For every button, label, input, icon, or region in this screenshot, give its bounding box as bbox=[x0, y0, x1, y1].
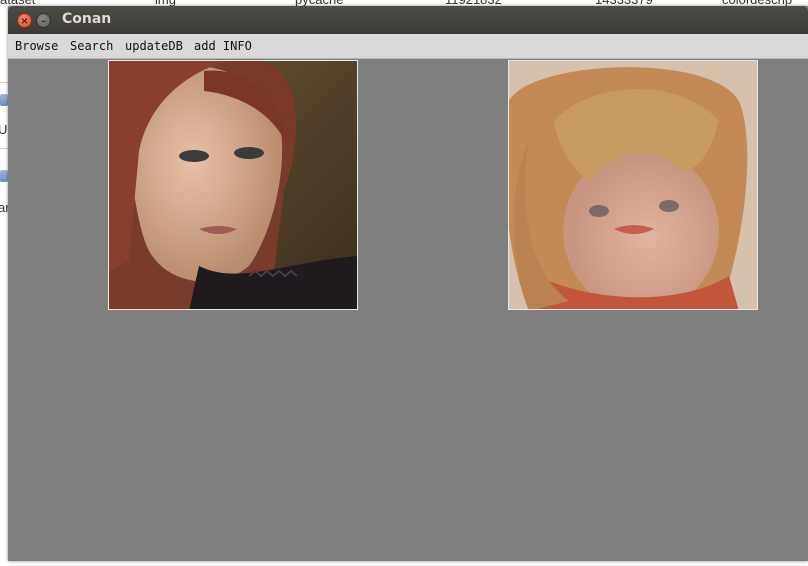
menu-search[interactable]: Search bbox=[70, 39, 113, 53]
result-photo bbox=[508, 60, 758, 310]
app-window: × – Conan Browse Search updateDB add INF… bbox=[8, 6, 808, 561]
menu-browse[interactable]: Browse bbox=[15, 39, 58, 53]
folder-icon bbox=[0, 94, 8, 106]
window-title: Conan bbox=[62, 11, 112, 27]
menu-bar: Browse Search updateDB add INFO bbox=[8, 34, 808, 59]
folder-icon bbox=[0, 170, 8, 182]
query-photo bbox=[108, 60, 358, 310]
close-icon: × bbox=[20, 16, 29, 27]
title-bar[interactable]: × – Conan bbox=[8, 6, 808, 34]
minimize-icon: – bbox=[41, 16, 46, 27]
menu-add-info[interactable]: add INFO bbox=[194, 39, 252, 53]
close-button[interactable]: × bbox=[17, 13, 32, 28]
bg-letter: U bbox=[0, 122, 8, 137]
minimize-button[interactable]: – bbox=[36, 13, 51, 28]
menu-updatedb[interactable]: updateDB bbox=[125, 39, 183, 53]
